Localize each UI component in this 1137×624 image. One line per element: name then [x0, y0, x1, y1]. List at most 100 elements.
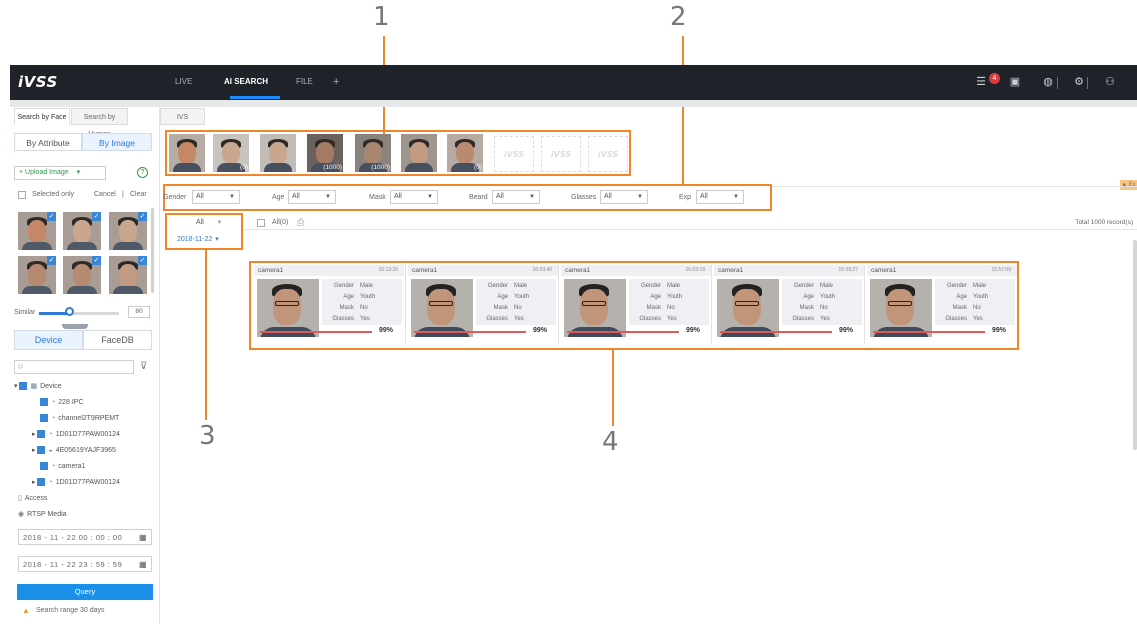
card-face-photo[interactable]	[257, 279, 319, 337]
upload-image-button[interactable]: + Upload Image ▾	[14, 166, 106, 180]
search-face-thumb[interactable]: (0)	[447, 134, 483, 172]
search-face-thumb[interactable]	[260, 134, 296, 172]
tree-item[interactable]: ▸ ◔ 1D01D77PAW00124	[32, 430, 120, 439]
card-face-photo[interactable]	[870, 279, 932, 337]
calendar-icon[interactable]: ▦	[139, 557, 147, 572]
tree-item[interactable]: ◔ 228 IPC	[40, 398, 84, 406]
record-icon[interactable]: ▣	[1007, 75, 1023, 89]
similarity-slider-handle[interactable]	[65, 307, 74, 316]
card-face-photo[interactable]	[564, 279, 626, 337]
search-face-thumb[interactable]: (1000)	[307, 134, 343, 172]
globe-icon[interactable]: ◍	[1040, 75, 1056, 89]
export-results-icon[interactable]: ⎙	[297, 217, 304, 228]
attr-key: Mask	[952, 305, 967, 311]
export-button[interactable]: ▲ Ex	[1120, 180, 1137, 190]
attr-key: Gender	[640, 283, 661, 289]
selected-face-thumb[interactable]: ✓	[109, 256, 147, 294]
tab-search-by-human[interactable]: Search by Human	[71, 108, 128, 138]
mode-by-attribute[interactable]: By Attribute	[14, 133, 82, 151]
selected-face-thumb[interactable]: ✓	[63, 212, 101, 250]
tab-search-by-face[interactable]: Search by Face	[14, 108, 70, 125]
filter-mask-select[interactable]: All ▼	[390, 190, 438, 204]
result-card[interactable]: camera1 15:59:27 Gender Male Age Youth Mask…	[714, 265, 864, 345]
filter-icon[interactable]: ⊽	[140, 361, 147, 372]
selected-only-checkbox[interactable]	[18, 191, 26, 199]
nav-file[interactable]: FILE	[296, 65, 313, 100]
select-all-checkbox[interactable]	[257, 219, 265, 227]
nvr-icon: ◒	[48, 447, 53, 454]
tree-rtsp[interactable]: ◉ RTSP Media	[18, 510, 67, 518]
filter-divider	[772, 186, 1137, 187]
checkbox-checked[interactable]	[37, 430, 46, 439]
checkbox-checked[interactable]	[37, 446, 46, 455]
checkbox-checked[interactable]	[37, 478, 46, 487]
checkbox-checked[interactable]	[40, 398, 48, 406]
result-card[interactable]: camera1 16:03:40 Gender Male Age Youth Mask…	[408, 265, 558, 345]
tree-item[interactable]: ▸ ◒ 4E05619YAJF3965	[32, 446, 116, 455]
empty-face-slot[interactable]: iVSS	[588, 136, 628, 172]
attr-value: Youth	[360, 294, 376, 300]
filter-glasses-select[interactable]: All ▼	[600, 190, 648, 204]
cancel-link[interactable]: Cancel	[94, 191, 116, 198]
mode-by-image[interactable]: By Image	[82, 133, 152, 151]
selected-face-thumb[interactable]: ✓	[18, 212, 56, 250]
checkbox-checked[interactable]	[40, 462, 48, 470]
date-all-label: All	[196, 219, 204, 226]
start-time-field[interactable]: 2018 - 11 - 22 00 : 00 : 00 ▦	[18, 529, 152, 545]
select-all-label: All(0)	[272, 219, 289, 226]
settings-gear-icon[interactable]: ⚙	[1071, 75, 1087, 89]
device-search-input[interactable]: ○	[14, 360, 134, 374]
nav-add-tab[interactable]: +	[333, 65, 339, 100]
search-face-thumb[interactable]: (0)	[213, 134, 249, 172]
user-icon[interactable]: ⚇	[1102, 75, 1118, 89]
alarm-list-icon[interactable]: ☰	[973, 75, 989, 89]
card-face-photo[interactable]	[411, 279, 473, 337]
search-face-thumb[interactable]: (1000)	[355, 134, 391, 172]
filter-exp-select[interactable]: All ▼	[696, 190, 744, 204]
card-header: camera1 16:03:18	[561, 265, 711, 276]
result-card[interactable]: camera1 16:03:18 Gender Male Age Youth Mask…	[561, 265, 711, 345]
result-card[interactable]: camera1 16:13:20 Gender Male Age Youth Mask…	[254, 265, 404, 345]
source-tab-facedb[interactable]: FaceDB	[83, 330, 152, 350]
tree-item[interactable]: ◔ camera1	[40, 462, 85, 470]
filter-beard-label: Beard	[469, 194, 488, 201]
card-face-photo[interactable]	[717, 279, 779, 337]
selected-face-thumb[interactable]: ✓	[63, 256, 101, 294]
selected-face-thumb[interactable]: ✓	[109, 212, 147, 250]
selected-face-thumb[interactable]: ✓	[18, 256, 56, 294]
filter-age-select[interactable]: All ▼	[288, 190, 336, 204]
search-face-thumb[interactable]	[169, 134, 205, 172]
checkbox-checked[interactable]	[19, 382, 28, 391]
result-card[interactable]: camera1 15:57:09 Gender Male Age Youth Mask…	[867, 265, 1017, 345]
date-list-item[interactable]: 2018-11-22 ▾	[177, 235, 219, 243]
nav-live[interactable]: LIVE	[175, 65, 192, 100]
nav-ai-search[interactable]: AI SEARCH	[224, 65, 268, 100]
tree-item[interactable]: ▸ ◔ 1D01D77PAW00124	[32, 478, 120, 487]
attr-key: Gender	[793, 283, 814, 289]
results-scrollbar[interactable]	[1133, 240, 1137, 450]
card-header: camera1 16:03:40	[408, 265, 558, 276]
similarity-value-input[interactable]: 80	[128, 306, 150, 318]
tree-item[interactable]: ◔ channel2T9RPEMT	[40, 414, 119, 422]
source-tab-device[interactable]: Device	[14, 330, 83, 350]
checkbox-checked[interactable]	[40, 414, 48, 422]
empty-face-slot[interactable]: iVSS	[494, 136, 534, 172]
calendar-icon[interactable]: ▦	[139, 530, 147, 545]
upload-image-label: Upload Image	[25, 169, 69, 176]
end-time-field[interactable]: 2018 - 11 - 22 23 : 59 : 59 ▦	[18, 556, 152, 572]
tree-root-device[interactable]: ▾ ▦ Device	[14, 382, 62, 391]
clear-link[interactable]: Clear	[130, 191, 147, 198]
query-button[interactable]: Query	[17, 584, 153, 600]
tab-ivs[interactable]: IVS	[160, 108, 205, 125]
filter-gender-select[interactable]: All ▼	[192, 190, 240, 204]
panel-collapse-handle[interactable]	[62, 324, 88, 329]
search-face-thumb[interactable]	[401, 134, 437, 172]
filter-beard-select[interactable]: All ▼	[492, 190, 540, 204]
callout-2-line	[682, 36, 684, 184]
thumbs-scrollbar[interactable]	[151, 208, 154, 293]
help-icon[interactable]: ?	[137, 167, 148, 178]
empty-face-slot[interactable]: iVSS	[541, 136, 581, 172]
attr-key: Gender	[946, 283, 967, 289]
tree-access[interactable]: ▯ Access	[18, 494, 47, 502]
date-list-all[interactable]: All ▾	[196, 218, 221, 226]
